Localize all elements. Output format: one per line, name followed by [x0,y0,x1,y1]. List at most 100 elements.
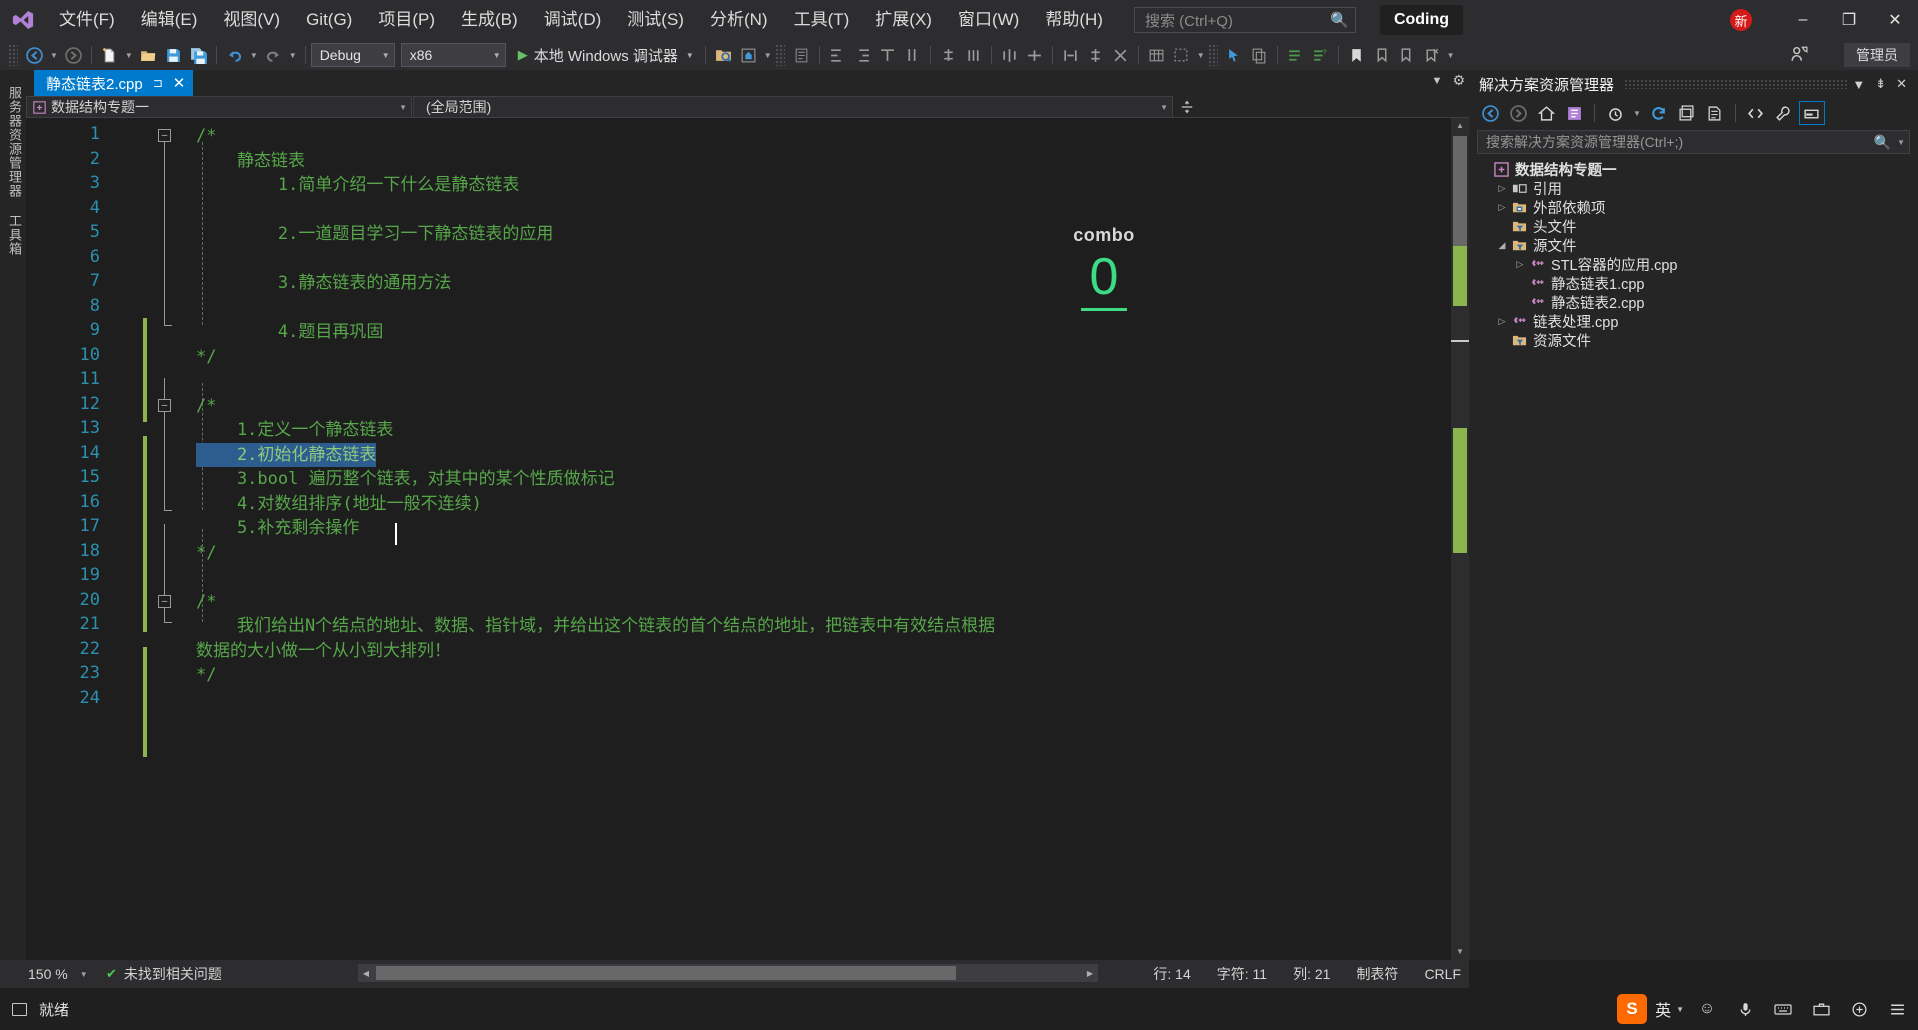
center-horizontally-icon[interactable] [936,43,961,67]
menu-test[interactable]: 测试(S) [614,5,697,35]
pending-changes-icon[interactable] [1602,101,1628,125]
menu-debug[interactable]: 调试(D) [531,5,615,35]
fold-toggle-icon[interactable]: – [158,398,171,412]
fold-toggle-icon[interactable]: – [158,129,171,142]
toolbox-icon[interactable] [1806,994,1836,1024]
code-line[interactable]: 5.补充剩余操作 [196,516,359,541]
chevron-right-icon[interactable]: ▷ [1495,316,1509,327]
sogou-ime-icon[interactable]: S [1617,994,1648,1024]
show-all-files-icon[interactable] [1702,101,1728,125]
bookmark-overflow-caret[interactable]: ▼ [1444,51,1458,60]
code-line[interactable]: 4.题目再巩固 [196,320,383,345]
view-code-icon[interactable] [1743,101,1769,125]
home-icon[interactable] [1533,101,1559,125]
save-all-icon[interactable] [186,43,211,67]
menu-edit[interactable]: 编辑(E) [128,5,211,35]
code-line[interactable]: /* [196,590,216,615]
gear-icon[interactable]: ⚙ [1452,72,1465,89]
back-dropdown-caret[interactable]: ▼ [47,51,61,60]
forward-icon[interactable] [1505,101,1531,125]
window-dropdown-caret[interactable]: ▼ [1194,51,1208,60]
bookmark-icon[interactable] [1344,43,1369,67]
pending-changes-caret[interactable]: ▼ [1630,109,1644,118]
tree-node[interactable]: 静态链表1.cpp [1469,274,1918,293]
step-over-icon[interactable] [789,43,814,67]
ime-mode-indicator[interactable]: 英 ▼ [1655,997,1684,1021]
menu-project[interactable]: 项目(P) [365,5,448,35]
chevron-right-icon[interactable]: ▷ [1513,259,1527,270]
attach-to-process-icon[interactable] [711,43,736,67]
arrow-back-icon[interactable] [22,43,47,67]
collapse-all-icon[interactable] [1674,101,1700,125]
code-line-selected[interactable]: 2.初始化静态链表 [196,442,377,467]
new-file-icon[interactable] [97,43,122,67]
breadcrumb-scope-dropdown[interactable]: (全局范围) ▼ [413,96,1173,118]
solution-platform-combo[interactable]: x86 ▼ [400,43,506,67]
tree-node[interactable]: 静态链表2.cpp [1469,293,1918,312]
global-search-box[interactable]: 搜索 (Ctrl+Q) 🔍 [1133,7,1356,33]
code-line[interactable]: 我们给出N个结点的地址、数据、指针域，并给出这个链表的首个结点的地址，把链表中有… [196,614,995,639]
center-vertically-icon[interactable] [1083,43,1108,67]
chevron-right-icon[interactable]: ▷ [1495,183,1509,194]
toolbar-grip[interactable] [774,44,785,66]
split-editor-icon[interactable] [1173,96,1201,117]
fold-toggle-icon[interactable]: – [158,594,171,608]
menu-icon[interactable] [1882,994,1912,1024]
scroll-down-arrow[interactable]: ▼ [1451,944,1469,960]
new-features-badge[interactable]: 新 [1730,9,1752,31]
menu-analyze[interactable]: 分析(N) [697,5,781,35]
chevron-down-icon[interactable]: ▼ [1432,75,1443,87]
hot-reload-icon[interactable] [736,43,761,67]
toolbar-grip[interactable] [1207,44,1218,66]
make-same-size-icon[interactable] [1022,43,1047,67]
issues-indicator[interactable]: ✔ 未找到相关问题 [88,964,222,984]
code-line[interactable]: 3.静态链表的通用方法 [196,271,451,296]
code-line[interactable]: 1.定义一个静态链表 [196,418,393,443]
properties-icon[interactable] [1771,101,1797,125]
align-tops-icon[interactable] [875,43,900,67]
tree-node[interactable]: ◢ 源文件 [1469,236,1918,255]
code-line[interactable]: 2.一道题目学习一下静态链表的应用 [196,222,553,247]
sidebar-item-server-explorer[interactable]: 服务器资源管理器 [0,78,29,206]
sidebar-item-toolbox[interactable]: 工具箱 [0,206,29,264]
code-line[interactable]: 数据的大小做一个从小到大排列！ [196,639,451,664]
redo-dropdown-caret[interactable]: ▼ [286,51,300,60]
hot-reload-dropdown-caret[interactable]: ▼ [761,51,775,60]
table-icon[interactable] [1144,43,1169,67]
tree-node[interactable]: 头文件 [1469,217,1918,236]
toolbar-grip[interactable] [8,44,18,66]
chevron-down-icon[interactable]: ◢ [1495,240,1509,251]
copy-icon[interactable] [1247,43,1272,67]
zoom-level-control[interactable]: 150 % ▼ [0,966,88,982]
minimize-button[interactable]: – [1780,0,1826,40]
open-folder-icon[interactable] [136,43,161,67]
pinyin-icon[interactable] [1844,994,1874,1024]
scroll-right-arrow[interactable]: ▶ [1082,969,1098,978]
code-line[interactable]: */ [196,345,216,370]
align-lefts-icon[interactable] [825,43,850,67]
fold-margin[interactable]: – – – [154,118,190,960]
restore-button[interactable]: ❐ [1826,0,1872,40]
chevron-right-icon[interactable]: ▷ [1495,202,1509,213]
feedback-icon[interactable] [1790,45,1808,68]
mic-icon[interactable] [1730,994,1760,1024]
code-line[interactable]: 4.对数组排序(地址一般不连续) [196,492,482,517]
code-line[interactable]: /* [196,124,216,149]
redo-icon[interactable] [261,43,286,67]
uncomment-selection-icon[interactable]: ? [1308,43,1333,67]
arrow-forward-icon[interactable] [61,43,86,67]
menu-help[interactable]: 帮助(H) [1032,5,1116,35]
editor-vertical-scrollbar[interactable]: ▲ ▼ [1451,118,1469,960]
editor-horizontal-scrollbar[interactable]: ◀ ▶ [358,964,1098,982]
pin-icon[interactable]: ⊐ [153,76,163,90]
back-icon[interactable] [1477,101,1503,125]
previous-bookmark-icon[interactable] [1369,43,1394,67]
code-line[interactable]: 静态链表 [196,149,305,174]
solution-tree[interactable]: 数据结构专题一 ▷ 引用 ▷ 外部依赖项 头文件 ◢ 源文件 ▷ STL容器的应用.cpp 静态链表… [1469,158,1918,350]
menu-build[interactable]: 生成(B) [448,5,531,35]
close-button[interactable]: ✕ [1872,0,1918,40]
chevron-down-icon[interactable]: ▼ [1891,138,1905,147]
tree-node[interactable]: ▷ STL容器的应用.cpp [1469,255,1918,274]
align-rights-icon[interactable] [850,43,875,67]
panel-drag-grip[interactable] [1624,79,1848,89]
